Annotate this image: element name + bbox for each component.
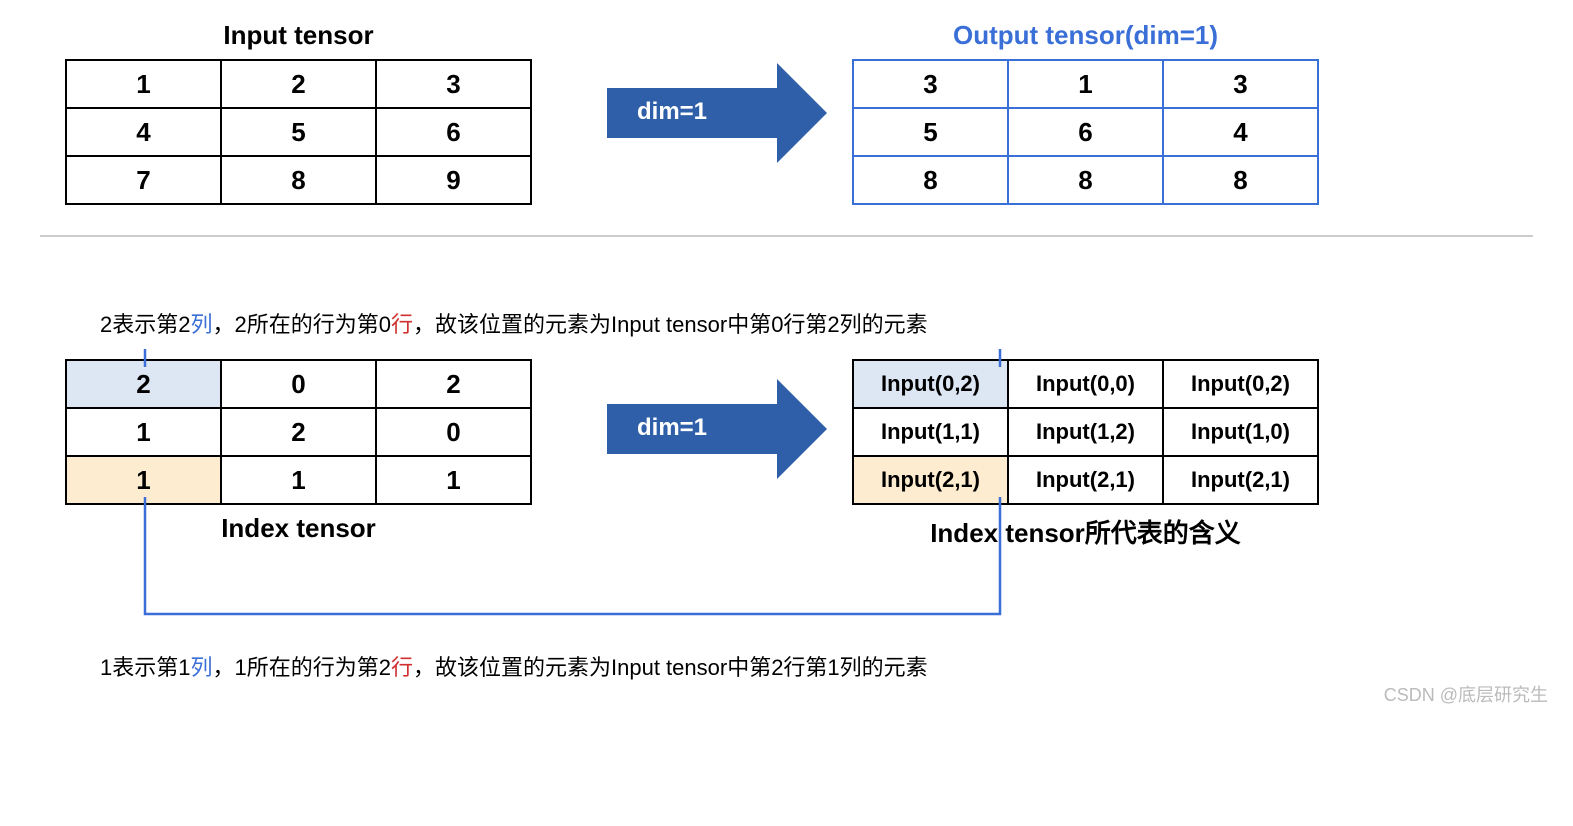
input-tensor-table: 123 456 789 bbox=[65, 59, 532, 205]
middle-row: 202 120 111 Index tensor dim=1 Input(0,2… bbox=[40, 349, 1533, 550]
output-tensor-title: Output tensor(dim=1) bbox=[953, 20, 1218, 51]
table-row: 202 bbox=[66, 360, 531, 408]
output-tensor-table: 313 564 888 bbox=[852, 59, 1319, 205]
top-section: Input tensor 123 456 789 dim=1 Output te… bbox=[40, 20, 1533, 205]
arrow-icon: dim=1 bbox=[607, 404, 777, 454]
input-tensor-block: Input tensor 123 456 789 bbox=[65, 20, 532, 205]
bottom-annotation: 1表示第1列，1所在的行为第2行，故该位置的元素为Input tensor中第2… bbox=[100, 650, 1533, 682]
arrow-top: dim=1 bbox=[572, 63, 812, 163]
table-row: 111 bbox=[66, 456, 531, 504]
meaning-tensor-title: Index tensor所代表的含义 bbox=[930, 513, 1241, 550]
arrow-label: dim=1 bbox=[637, 98, 707, 126]
table-row: 123 bbox=[66, 60, 531, 108]
table-row: 313 bbox=[853, 60, 1318, 108]
table-row: 120 bbox=[66, 408, 531, 456]
arrow-bottom: dim=1 bbox=[572, 379, 812, 479]
table-row: 456 bbox=[66, 108, 531, 156]
table-row: 888 bbox=[853, 156, 1318, 204]
table-row: 789 bbox=[66, 156, 531, 204]
output-tensor-block: Output tensor(dim=1) 313 564 888 bbox=[852, 20, 1319, 205]
table-row: Input(2,1)Input(2,1)Input(2,1) bbox=[853, 456, 1318, 504]
input-tensor-title: Input tensor bbox=[223, 20, 373, 51]
bottom-section: 2表示第2列，2所在的行为第0行，故该位置的元素为Input tensor中第0… bbox=[40, 267, 1533, 682]
top-annotation: 2表示第2列，2所在的行为第0行，故该位置的元素为Input tensor中第0… bbox=[100, 307, 1533, 339]
meaning-tensor-block: Input(0,2)Input(0,0)Input(0,2) Input(1,1… bbox=[852, 359, 1319, 550]
arrow-icon: dim=1 bbox=[607, 88, 777, 138]
index-tensor-title: Index tensor bbox=[221, 513, 376, 544]
watermark: CSDN @底层研究生 bbox=[1384, 681, 1548, 707]
arrow-label: dim=1 bbox=[637, 414, 707, 442]
table-row: Input(1,1)Input(1,2)Input(1,0) bbox=[853, 408, 1318, 456]
table-row: 564 bbox=[853, 108, 1318, 156]
index-tensor-table: 202 120 111 bbox=[65, 359, 532, 505]
table-row: Input(0,2)Input(0,0)Input(0,2) bbox=[853, 360, 1318, 408]
section-divider bbox=[40, 235, 1533, 237]
index-tensor-block: 202 120 111 Index tensor bbox=[65, 359, 532, 544]
meaning-tensor-table: Input(0,2)Input(0,0)Input(0,2) Input(1,1… bbox=[852, 359, 1319, 505]
